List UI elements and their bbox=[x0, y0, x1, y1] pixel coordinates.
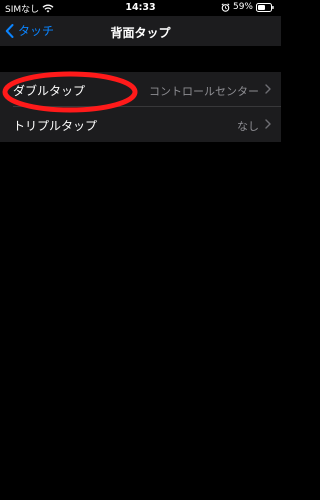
battery-percentage: 59% bbox=[232, 2, 253, 12]
battery-icon bbox=[256, 2, 274, 12]
triple-tap-value: なし bbox=[237, 120, 259, 133]
chevron-right-icon bbox=[265, 84, 271, 94]
status-bar: SIMなし 14:33 59% bbox=[0, 0, 281, 16]
triple-tap-label: トリプルタップ bbox=[13, 119, 98, 133]
double-tap-label: ダブルタップ bbox=[13, 84, 86, 98]
double-tap-value: コントロールセンター bbox=[149, 85, 259, 98]
triple-tap-row[interactable]: トリプルタップ なし bbox=[0, 107, 281, 142]
section-spacer bbox=[0, 46, 281, 72]
chevron-right-icon bbox=[265, 119, 271, 129]
settings-list: ダブルタップ コントロールセンター トリプルタップ なし bbox=[0, 72, 281, 142]
navigation-bar: タッチ 背面タップ bbox=[0, 16, 281, 46]
double-tap-row[interactable]: ダブルタップ コントロールセンター bbox=[0, 72, 281, 107]
page-title: 背面タップ bbox=[110, 26, 171, 40]
status-right: 59% bbox=[221, 2, 274, 12]
alarm-icon bbox=[221, 2, 230, 12]
